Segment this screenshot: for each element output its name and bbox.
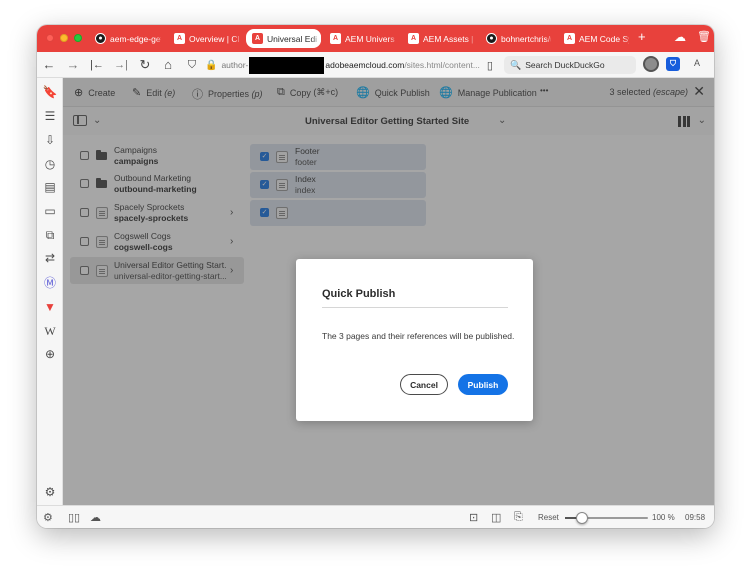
url-host: adobeaemcloud.com [325, 60, 405, 70]
close-window-button[interactable] [46, 34, 54, 42]
bitwarden-icon[interactable]: ⛉ [666, 57, 680, 71]
adobe-icon: A [564, 33, 575, 44]
bookmarks-icon[interactable]: 🔖 [42, 84, 58, 100]
quick-publish-dialog: Quick Publish The 3 pages and their refe… [296, 259, 533, 421]
zoom-reset-button[interactable]: Reset [538, 513, 559, 522]
search-field[interactable]: 🔍 Search DuckDuckGo [504, 56, 636, 74]
divider [322, 307, 508, 308]
icloud-tabs-icon[interactable]: ☁ [674, 30, 686, 44]
new-tab-button[interactable]: + [638, 29, 646, 44]
tab-bar: ● aem-edge-gett A Overview | Clou A Univ… [37, 25, 714, 52]
lock-icon: 🔒 [205, 59, 218, 71]
page-actions-icon[interactable]: ⎘ [514, 511, 523, 524]
tab-aem-universal[interactable]: A AEM Universal E [324, 29, 399, 48]
capture-icon[interactable]: ⊡ [469, 511, 478, 524]
shield-icon[interactable]: ⛉ [184, 57, 200, 73]
trash-icon[interactable]: 🗑 [697, 30, 711, 43]
tab-bohnertchris[interactable]: ● bohnertchris/u [480, 29, 555, 48]
back-arrow-icon[interactable]: ← [41, 57, 57, 73]
github-icon: ● [486, 33, 497, 44]
adobe-icon: A [408, 33, 419, 44]
publish-button[interactable]: Publish [458, 374, 508, 395]
add-panel-icon[interactable]: ⊕ [42, 346, 58, 362]
go-to-start-icon[interactable]: |← [89, 57, 105, 73]
mastodon-icon[interactable]: Ⓜ [42, 275, 58, 291]
settings-gear-icon[interactable]: ⚙ [42, 484, 58, 500]
translate-icon[interactable]: ⧉ [42, 227, 58, 243]
reader-icon[interactable]: A [694, 58, 700, 68]
url-prefix: author- [221, 60, 249, 70]
dialog-title: Quick Publish [322, 288, 396, 300]
notes-icon[interactable]: ▤ [42, 179, 58, 195]
tile-toggle-icon[interactable]: ▯▯ [68, 511, 80, 524]
panel-settings-icon[interactable]: ⚙ [43, 511, 53, 524]
home-icon[interactable]: ⌂ [160, 57, 176, 73]
search-placeholder: Search DuckDuckGo [525, 60, 605, 70]
navigation-bar: ← → |← →| ↻ ⌂ ⛉ 🔒 author- adobeaemcloud.… [37, 52, 714, 78]
history-icon[interactable]: ◷ [42, 156, 58, 172]
zoom-slider[interactable] [565, 512, 648, 524]
url-path: /sites.html/content... [404, 60, 480, 70]
adobe-icon: A [252, 33, 263, 44]
forward-arrow-icon[interactable]: → [65, 57, 81, 73]
browser-window: ● aem-edge-gett A Overview | Clou A Univ… [37, 25, 714, 528]
address-bar[interactable]: 🔒 author- adobeaemcloud.com /sites.html/… [205, 56, 501, 74]
go-to-end-icon[interactable]: →| [113, 57, 129, 73]
bookmark-icon[interactable]: ▯ [487, 59, 493, 72]
clock: 09:58 [685, 513, 706, 522]
search-icon: 🔍 [510, 59, 522, 70]
tab-universal-editor[interactable]: A Universal Editor [246, 29, 321, 48]
downloads-icon[interactable]: ⇩ [42, 132, 58, 148]
zoom-level: 100 % [652, 513, 675, 522]
tab-aem-edge[interactable]: ● aem-edge-gett [89, 29, 165, 48]
modal-backdrop[interactable]: Quick Publish The 3 pages and their refe… [63, 78, 714, 505]
redacted-block [249, 56, 325, 74]
wikipedia-icon[interactable]: W [42, 323, 58, 339]
adobe-icon: A [174, 33, 185, 44]
zoom-window-button[interactable] [74, 34, 82, 42]
cloud-icon[interactable]: ☁ [90, 511, 101, 524]
adobe-icon: A [330, 33, 341, 44]
reload-icon[interactable]: ↻ [137, 57, 153, 73]
tab-aem-assets[interactable]: A AEM Assets | F [402, 29, 477, 48]
github-icon: ● [95, 33, 106, 44]
reading-list-icon[interactable]: ☰ [42, 108, 58, 124]
minimize-window-button[interactable] [60, 34, 68, 42]
dialog-message: The 3 pages and their references will be… [322, 331, 515, 341]
tiling-icon[interactable]: ◫ [491, 511, 501, 524]
zoom-slider-handle[interactable] [576, 512, 588, 524]
tab-overview[interactable]: A Overview | Clou [168, 29, 243, 48]
tab-aem-code-sync[interactable]: A AEM Code Sync [558, 29, 633, 48]
cancel-button[interactable]: Cancel [400, 374, 448, 395]
profile-avatar[interactable] [643, 56, 659, 72]
sidebar-rail: 🔖 ☰ ⇩ ◷ ▤ ▭ ⧉ ⇄ Ⓜ ▼ W ⊕ ⚙ [37, 78, 63, 505]
vivaldi-icon[interactable]: ▼ [42, 299, 58, 315]
window-panel-icon[interactable]: ▭ [42, 203, 58, 219]
sync-icon[interactable]: ⇄ [42, 250, 58, 266]
status-bar: ⚙ ▯▯ ☁ ⊡ ◫ ⎘ Reset 100 % 09:58 [37, 505, 714, 528]
